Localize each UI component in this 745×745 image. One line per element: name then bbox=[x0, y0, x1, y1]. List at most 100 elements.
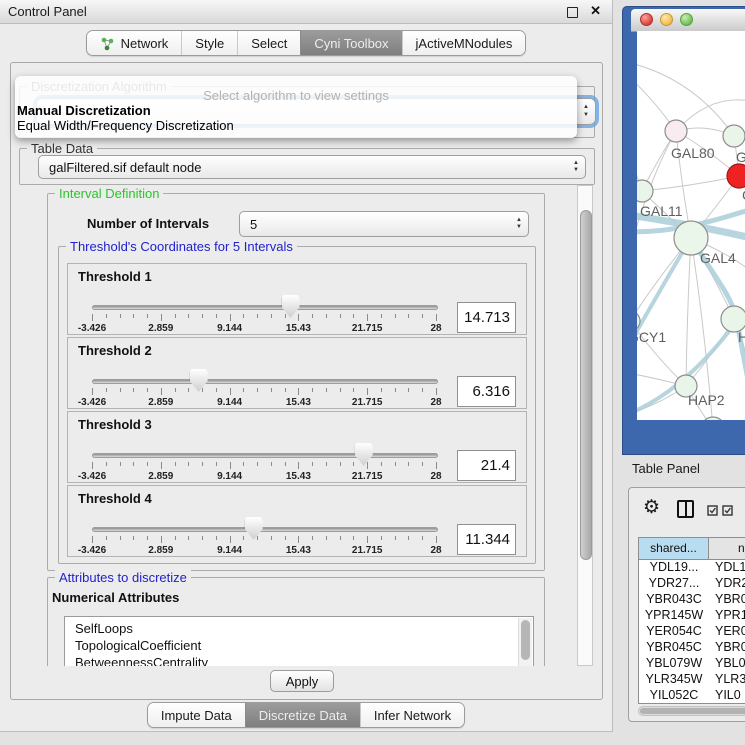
cell-shared-name[interactable]: YBR045C bbox=[639, 640, 709, 656]
threshold-value-box[interactable]: 6.316 bbox=[457, 376, 516, 407]
slider-tick-label: 15.43 bbox=[286, 471, 311, 482]
close-traffic-light-icon[interactable] bbox=[640, 13, 653, 26]
table-row[interactable]: YDL19...YDL1 bbox=[639, 560, 745, 576]
table-row[interactable]: YER054CYER0 bbox=[639, 624, 745, 640]
slider-track[interactable] bbox=[92, 379, 438, 384]
column-header-name[interactable]: name bbox=[709, 538, 745, 559]
threshold-slider[interactable]: -3.4262.8599.14415.4321.71528 bbox=[92, 514, 436, 556]
slider-tick bbox=[271, 536, 272, 540]
float-window-icon[interactable] bbox=[567, 7, 578, 18]
minimize-traffic-light-icon[interactable] bbox=[660, 13, 673, 26]
zoom-traffic-light-icon[interactable] bbox=[680, 13, 693, 26]
cell-name[interactable]: YDR2 bbox=[709, 576, 745, 592]
slider-track[interactable] bbox=[92, 527, 438, 532]
cell-name[interactable]: YBL0 bbox=[709, 656, 745, 672]
slider-tick-label: 15.43 bbox=[286, 397, 311, 408]
table-row[interactable]: YBL079WYBL0 bbox=[639, 656, 745, 672]
table-row[interactable]: YPR145WYPR1 bbox=[639, 608, 745, 624]
attribute-item[interactable]: BetweennessCentrality bbox=[65, 654, 533, 666]
tab-network[interactable]: Network bbox=[87, 31, 182, 55]
slider-tick bbox=[175, 536, 176, 540]
cell-name[interactable]: YLR3 bbox=[709, 672, 745, 688]
apply-button[interactable]: Apply bbox=[270, 670, 334, 692]
slider-tick bbox=[436, 536, 437, 543]
network-edge[interactable] bbox=[686, 238, 691, 386]
slider-track[interactable] bbox=[92, 453, 438, 458]
cell-shared-name[interactable]: YBR043C bbox=[639, 592, 709, 608]
gear-icon[interactable]: ⚙ bbox=[643, 496, 660, 519]
network-node[interactable] bbox=[665, 120, 687, 142]
table-row[interactable]: YBR043CYBR0 bbox=[639, 592, 745, 608]
cell-shared-name[interactable]: YBL079W bbox=[639, 656, 709, 672]
network-edge[interactable] bbox=[642, 176, 739, 191]
attribute-item[interactable]: TopologicalCoefficient bbox=[65, 637, 533, 654]
cell-shared-name[interactable]: YER054C bbox=[639, 624, 709, 640]
threshold-slider[interactable]: -3.4262.8599.14415.4321.71528 bbox=[92, 440, 436, 482]
cell-shared-name[interactable]: YDR27... bbox=[639, 576, 709, 592]
cell-shared-name[interactable]: YLR345W bbox=[639, 672, 709, 688]
threshold-slider[interactable]: -3.4262.8599.14415.4321.71528 bbox=[92, 366, 436, 408]
cell-shared-name[interactable]: YPR145W bbox=[639, 608, 709, 624]
cell-name[interactable]: YPR1 bbox=[709, 608, 745, 624]
network-node[interactable] bbox=[723, 125, 745, 147]
threshold-slider[interactable]: -3.4262.8599.14415.4321.71528 bbox=[92, 292, 436, 334]
threshold-row: Threshold 4 -3.4262.8599.14415.4321.7152… bbox=[67, 485, 527, 557]
threshold-value-box[interactable]: 11.344 bbox=[457, 524, 516, 555]
split-pane-icon[interactable] bbox=[677, 500, 694, 518]
network-node[interactable] bbox=[727, 164, 745, 188]
slider-track[interactable] bbox=[92, 305, 438, 310]
network-node[interactable] bbox=[637, 180, 653, 202]
slider-tick bbox=[326, 536, 327, 540]
table-row[interactable]: YBR045CYBR0 bbox=[639, 640, 745, 656]
tab-jactivemnodules[interactable]: jActiveMNodules bbox=[402, 31, 526, 55]
tab-cyni-toolbox[interactable]: Cyni Toolbox bbox=[300, 31, 401, 55]
slider-tick bbox=[230, 536, 231, 543]
slider-tick bbox=[381, 314, 382, 318]
tab-label: Discretize Data bbox=[259, 708, 347, 723]
column-header-shared-name[interactable]: shared... bbox=[639, 538, 709, 559]
dropdown-item-equal-width-frequency[interactable]: Equal Width/Frequency Discretization bbox=[15, 118, 577, 133]
up-down-arrows-icon bbox=[583, 104, 589, 119]
list-scrollbar[interactable] bbox=[518, 618, 532, 666]
cell-shared-name[interactable]: YIL052C bbox=[639, 688, 709, 703]
slider-tick bbox=[312, 536, 313, 540]
close-icon[interactable]: ✕ bbox=[590, 4, 601, 18]
slider-tick bbox=[381, 462, 382, 466]
numerical-attributes-list[interactable]: SelfLoopsTopologicalCoefficientBetweenne… bbox=[64, 616, 534, 666]
cell-name[interactable]: YBR0 bbox=[709, 640, 745, 656]
tab-infer-network[interactable]: Infer Network bbox=[360, 703, 464, 727]
settings-scrollbar-thumb[interactable] bbox=[580, 210, 592, 560]
threshold-value-box[interactable]: 14.713 bbox=[457, 302, 516, 333]
network-canvas[interactable]: GAL80GACGAL11GAL4GCY1HHAP2 bbox=[637, 31, 745, 420]
checkbox-checked-icon[interactable] bbox=[722, 505, 733, 516]
cell-name[interactable]: YBR0 bbox=[709, 592, 745, 608]
slider-tick bbox=[340, 536, 341, 540]
cell-name[interactable]: YDL1 bbox=[709, 560, 745, 576]
network-window-titlebar[interactable] bbox=[631, 9, 745, 32]
table-data-combobox[interactable]: galFiltered.sif default node bbox=[38, 155, 586, 179]
cell-name[interactable]: YIL0 bbox=[709, 688, 745, 703]
table-h-scrollbar-thumb[interactable] bbox=[640, 708, 745, 714]
slider-tick-label: 9.144 bbox=[217, 323, 242, 334]
tab-impute-data[interactable]: Impute Data bbox=[148, 703, 245, 727]
tab-discretize-data[interactable]: Discretize Data bbox=[245, 703, 360, 727]
table-row[interactable]: YDR27...YDR2 bbox=[639, 576, 745, 592]
tab-select[interactable]: Select bbox=[237, 31, 300, 55]
checkbox-checked-icon[interactable] bbox=[707, 505, 718, 516]
attribute-item[interactable]: SelfLoops bbox=[65, 617, 533, 637]
cell-name[interactable]: YER0 bbox=[709, 624, 745, 640]
table-row[interactable]: YIL052CYIL0 bbox=[639, 688, 745, 703]
number-of-intervals-combobox[interactable]: 5 bbox=[239, 211, 529, 237]
tab-label: Select bbox=[251, 36, 287, 51]
cell-shared-name[interactable]: YDL19... bbox=[639, 560, 709, 576]
table-h-scrollbar[interactable] bbox=[638, 706, 745, 716]
table-row[interactable]: YLR345WYLR3 bbox=[639, 672, 745, 688]
dropdown-item-manual-discretization[interactable]: Manual Discretization bbox=[15, 103, 577, 118]
tab-style[interactable]: Style bbox=[181, 31, 237, 55]
slider-tick bbox=[120, 462, 121, 466]
threshold-value-box[interactable]: 21.4 bbox=[457, 450, 516, 481]
slider-tick-label: 28 bbox=[430, 323, 441, 334]
settings-scrollbar[interactable] bbox=[577, 185, 593, 666]
network-edge-highlighted[interactable] bbox=[637, 238, 691, 366]
list-scrollbar-thumb[interactable] bbox=[521, 620, 530, 660]
